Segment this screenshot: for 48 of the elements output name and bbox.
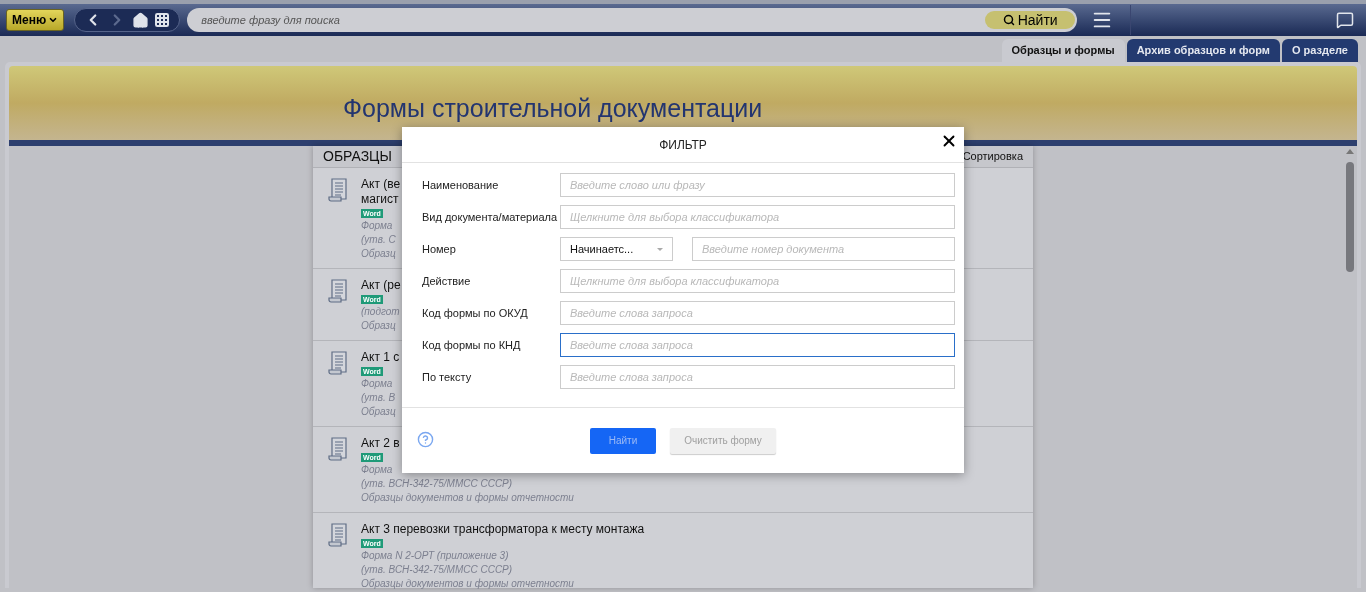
tab[interactable]: Архив образцов и форм bbox=[1126, 39, 1280, 62]
document-detail: Образцы документов и формы отчетности bbox=[361, 577, 575, 590]
document-detail: Форма N 2-ОРТ (приложение 3) bbox=[361, 549, 510, 562]
field-label: Действие bbox=[422, 273, 472, 289]
document-title[interactable]: магист bbox=[361, 192, 401, 207]
caret-icon bbox=[657, 247, 663, 251]
document-detail: (утв. ВСН-342-75/ММСС СССР) bbox=[361, 477, 514, 490]
tab[interactable]: О разделе bbox=[1281, 39, 1358, 62]
document-title[interactable]: Акт (ве bbox=[361, 177, 401, 192]
document-detail: Образцы документов и формы отчетности bbox=[361, 491, 574, 504]
search-icon bbox=[1002, 14, 1015, 26]
scroll-document-icon bbox=[327, 177, 349, 203]
document-detail: Форма bbox=[361, 463, 394, 476]
home-icon[interactable] bbox=[131, 11, 149, 29]
field-label: По тексту bbox=[422, 369, 473, 385]
list-heading: ОБРАЗЦЫ bbox=[323, 147, 392, 166]
document-detail: Форма bbox=[361, 377, 394, 390]
dialog-title: ФИЛЬТР bbox=[659, 136, 707, 154]
document-title[interactable]: Акт 1 с bbox=[361, 350, 400, 365]
caret-icon bbox=[48, 15, 59, 25]
field-label: Код формы по КНД bbox=[422, 337, 522, 353]
field-label: Вид документа/материала bbox=[422, 209, 559, 225]
document-detail: (подгот bbox=[361, 305, 401, 318]
search-button[interactable]: Найти bbox=[985, 11, 1076, 29]
message-icon[interactable] bbox=[1336, 11, 1354, 29]
search-field[interactable]: введите фразу для поиска Найти bbox=[187, 8, 1078, 32]
document-detail: Образц bbox=[361, 319, 397, 332]
input-field[interactable]: Введите слова запроса bbox=[560, 333, 955, 357]
document-title[interactable]: Акт (ре bbox=[361, 278, 401, 293]
scroll-document-icon bbox=[327, 522, 349, 548]
field-label: Код формы по ОКУД bbox=[422, 305, 529, 321]
field-label: Наименование bbox=[422, 177, 500, 193]
scroll-document-icon bbox=[327, 350, 349, 376]
document-title[interactable]: Акт 3 перевозки трансформатора к месту монтажа bbox=[361, 522, 645, 537]
document-detail: Образц bbox=[361, 405, 397, 418]
document-detail: (утв. С bbox=[361, 233, 397, 246]
document-detail: (утв. В bbox=[361, 391, 397, 404]
document-detail: Образц bbox=[361, 247, 397, 260]
document-detail: Форма bbox=[361, 219, 394, 232]
menu-button[interactable]: Меню bbox=[6, 9, 65, 31]
scroll-document-icon bbox=[327, 278, 349, 304]
scroll-document-icon bbox=[327, 436, 349, 462]
field-label: Номер bbox=[422, 241, 457, 257]
document-detail: (утв. ВСН-342-75/ММСС СССР) bbox=[361, 563, 514, 576]
page-title: Формы строительной документации bbox=[343, 94, 763, 122]
match-select[interactable]: Начинаетс... bbox=[560, 237, 673, 261]
tab[interactable]: Образцы и формы bbox=[1001, 39, 1125, 62]
grid-icon[interactable] bbox=[154, 12, 171, 28]
